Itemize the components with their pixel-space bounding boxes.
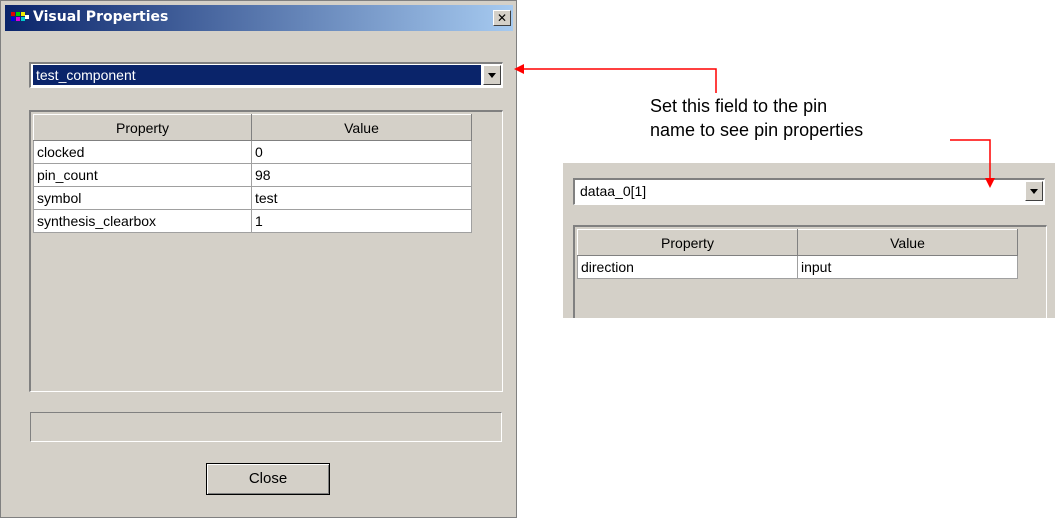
arrow-to-component-select xyxy=(514,64,717,93)
arrow-to-pin-select xyxy=(950,139,995,188)
annotation-arrows xyxy=(514,64,995,188)
